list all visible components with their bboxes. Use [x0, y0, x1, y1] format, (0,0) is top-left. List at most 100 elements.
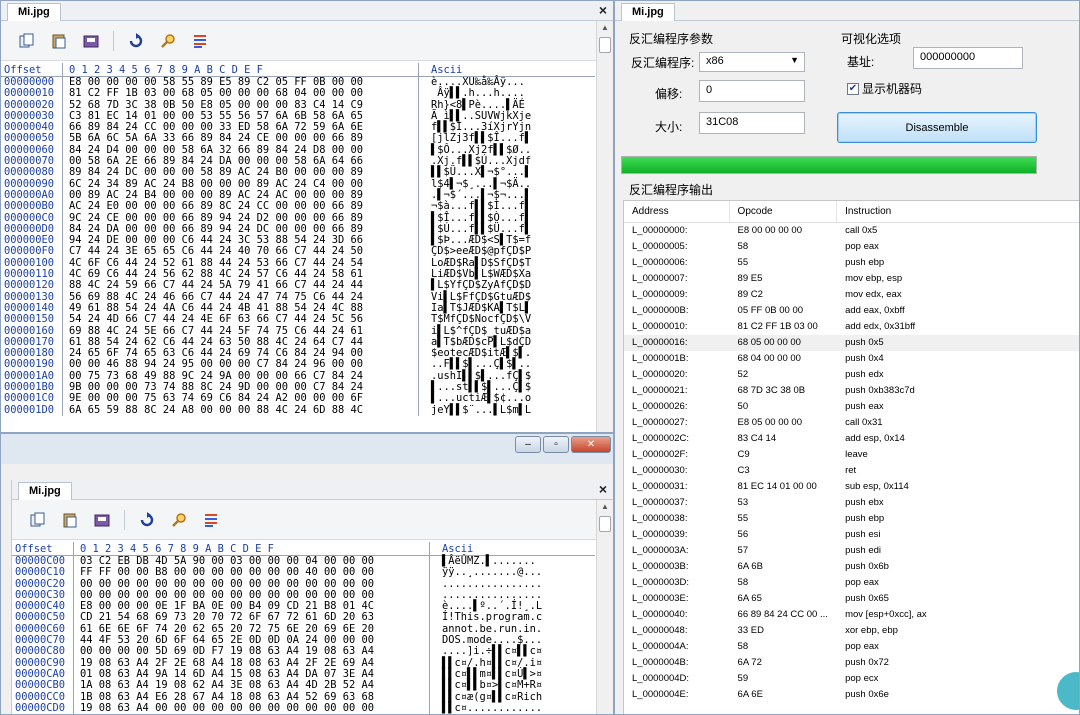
list-item[interactable]: L_00000000: E8 00 00 00 00 call 0x5	[624, 223, 1079, 239]
hex-row[interactable]: 00000C80 00 00 00 00 5D 69 0D F7 19 08 63…	[12, 646, 595, 658]
copy-icon[interactable]	[17, 31, 37, 51]
hex-row[interactable]: 00000120 88 4C 24 59 66 C7 44 24 5A 79 41…	[1, 280, 595, 292]
hex-row[interactable]: 000001D0 6A 65 59 88 8C 24 A8 00 00 00 88…	[1, 404, 595, 416]
hex-ascii[interactable]: ▌▌$Ü...X▌¬$°...▌	[419, 167, 531, 179]
paste-icon[interactable]	[60, 510, 80, 530]
list-item[interactable]: L_0000004A: 58 pop eax	[624, 639, 1079, 655]
list-item[interactable]: L_00000009: 89 C2 mov edx, eax	[624, 287, 1079, 303]
scroll-up-icon[interactable]: ▲	[597, 500, 613, 514]
hex-bytes[interactable]: 88 4C 24 59 66 C7 44 24 5A 79 41 66 C7 4…	[63, 280, 419, 292]
paste-icon[interactable]	[49, 31, 69, 51]
minimize-button[interactable]: –	[515, 436, 541, 453]
hex-ascii[interactable]: ÿÿ..¸.......@...	[430, 566, 542, 578]
save-icon[interactable]	[92, 510, 112, 530]
list-item[interactable]: L_00000026: 50 push eax	[624, 399, 1079, 415]
hex-offset[interactable]: 000001D0	[1, 404, 63, 416]
list-item[interactable]: L_0000001B: 68 04 00 00 00 push 0x4	[624, 351, 1079, 367]
hex-bytes[interactable]: FF FF 00 00 B8 00 00 00 00 00 00 00 40 0…	[74, 566, 430, 579]
hex-bytes[interactable]: 00 00 00 00 5D 69 0D F7 19 08 63 A4 19 0…	[74, 646, 430, 658]
base-address-input[interactable]: 000000000	[913, 47, 1023, 69]
close-tab-button[interactable]: ×	[599, 481, 607, 497]
tab-mi-jpg[interactable]: Mi.jpg	[621, 3, 675, 21]
disassembly-list[interactable]: Address Opcode Instruction L_00000000: E8…	[623, 200, 1079, 714]
show-machine-code-checkbox[interactable]: ✔ 显示机器码	[847, 80, 922, 97]
hex-row[interactable]: 000000B0 AC 24 E0 00 00 00 66 89 8C 24 CC…	[1, 200, 595, 213]
scroll-thumb[interactable]	[599, 37, 611, 53]
hex-row[interactable]: 00000C10 FF FF 00 00 B8 00 00 00 00 00 00…	[12, 566, 595, 579]
tab-mi-jpg[interactable]: Mi.jpg	[7, 3, 61, 21]
list-item[interactable]: L_0000003A: 57 push edi	[624, 543, 1079, 559]
hex-row[interactable]: 000001C0 9E 00 00 00 75 63 74 69 C6 84 24…	[1, 393, 595, 405]
list-item[interactable]: L_0000002F: C9 leave	[624, 447, 1079, 463]
hex-offset[interactable]: 000000B0	[1, 200, 63, 213]
disassemble-button[interactable]: Disassemble	[837, 112, 1037, 143]
refresh-icon[interactable]	[126, 31, 146, 51]
hex-rows[interactable]: 00000000 E8 00 00 00 00 58 55 89 E5 89 C2…	[1, 76, 595, 416]
hex-bytes[interactable]: 19 08 63 A4 00 00 00 00 00 00 00 00 00 0…	[74, 702, 430, 714]
hex-offset[interactable]: 00000080	[1, 167, 63, 179]
hex-row[interactable]: 00000080 89 84 24 DC 00 00 00 58 89 AC 24…	[1, 167, 595, 179]
list-item[interactable]: L_0000004B: 6A 72 push 0x72	[624, 655, 1079, 671]
hex-bytes[interactable]: 81 C2 FF 1B 03 00 68 05 00 00 00 68 04 0…	[63, 87, 419, 100]
save-icon[interactable]	[81, 31, 101, 51]
search-icon[interactable]	[169, 510, 189, 530]
hex-row[interactable]: 00000150 54 24 4D 66 C7 44 24 4E 6F 63 66…	[1, 313, 595, 326]
hex-row[interactable]: 00000010 81 C2 FF 1B 03 00 68 05 00 00 00…	[1, 87, 595, 100]
disassembly-rows[interactable]: L_00000000: E8 00 00 00 00 call 0x5 L_00000…	[624, 223, 1079, 703]
restore-button[interactable]: ▫	[543, 436, 569, 453]
list-item[interactable]: L_00000040: 66 89 84 24 CC 00 ... mov [esp…	[624, 607, 1079, 623]
column-opcode[interactable]: Opcode	[730, 201, 838, 222]
column-instruction[interactable]: Instruction	[837, 201, 1079, 222]
hex-offset[interactable]: 00000C80	[12, 646, 74, 658]
list-item[interactable]: L_00000006: 55 push ebp	[624, 255, 1079, 271]
hex-ascii[interactable]: ▌▌c¤............	[430, 702, 542, 714]
hex-bytes[interactable]: 9E 00 00 00 75 63 74 69 C6 84 24 A2 00 0…	[63, 393, 419, 405]
hex-offset[interactable]: 00000CB0	[12, 679, 74, 692]
hex-ascii[interactable]: ▌▌c¤▌▌b¤>▌c¤M+R¤	[430, 679, 542, 691]
list-item[interactable]: L_00000010: 81 C2 FF 1B 03 00 add edx, 0x3…	[624, 319, 1079, 335]
size-input[interactable]: 31C08	[699, 112, 805, 134]
search-icon[interactable]	[158, 31, 178, 51]
hex-offset[interactable]: 00000CD0	[12, 702, 74, 714]
hex-bytes[interactable]: 89 84 24 DC 00 00 00 58 89 AC 24 B0 00 0…	[63, 167, 419, 179]
copy-icon[interactable]	[28, 510, 48, 530]
hex-ascii[interactable]: ¬$à...f▌▌$Ì...f▌	[419, 200, 531, 212]
settings-icon[interactable]	[201, 510, 221, 530]
list-item[interactable]: L_00000027: E8 05 00 00 00 call 0x31	[624, 415, 1079, 431]
hex-bytes[interactable]: AC 24 E0 00 00 00 66 89 8C 24 CC 00 00 0…	[63, 200, 419, 213]
list-item[interactable]: L_0000004E: 6A 6E push 0x6e	[624, 687, 1079, 703]
column-address[interactable]: Address	[624, 201, 730, 222]
refresh-icon[interactable]	[137, 510, 157, 530]
tab-mi-jpg[interactable]: Mi.jpg	[18, 482, 72, 500]
list-item[interactable]: L_00000020: 52 push edx	[624, 367, 1079, 383]
list-item[interactable]: L_00000048: 33 ED xor ebp, ebp	[624, 623, 1079, 639]
hex-offset[interactable]: 00000C10	[12, 566, 74, 579]
list-item[interactable]: L_0000003D: 58 pop eax	[624, 575, 1079, 591]
hex-ascii[interactable]: jeY▌▌$¨...▌L$m▌L	[419, 404, 531, 416]
scroll-thumb[interactable]	[599, 516, 611, 532]
list-item[interactable]: L_00000031: 81 EC 14 01 00 00 sub esp, 0x1…	[624, 479, 1079, 495]
list-item[interactable]: L_00000037: 53 push ebx	[624, 495, 1079, 511]
list-item[interactable]: L_00000016: 68 05 00 00 00 push 0x5	[624, 335, 1079, 351]
list-item[interactable]: L_0000000B: 05 FF 0B 00 00 add eax, 0xbff	[624, 303, 1079, 319]
hex-rows[interactable]: 00000C00 03 C2 EB DB 4D 5A 90 00 03 00 00…	[12, 555, 595, 714]
list-item[interactable]: L_00000039: 56 push esi	[624, 527, 1079, 543]
list-item[interactable]: L_0000003B: 6A 6B push 0x6b	[624, 559, 1079, 575]
disassembler-select[interactable]: x86 ▼	[699, 52, 805, 72]
hex-ascii[interactable]: Âÿ▌▌.h...h....	[419, 87, 525, 99]
hex-offset[interactable]: 000001C0	[1, 393, 63, 405]
list-item[interactable]: L_0000002C: 83 C4 14 add esp, 0x14	[624, 431, 1079, 447]
hex-bytes[interactable]: 54 24 4D 66 C7 44 24 4E 6F 63 66 C7 44 2…	[63, 313, 419, 326]
hex-offset[interactable]: 00000010	[1, 87, 63, 100]
list-item[interactable]: L_00000038: 55 push ebp	[624, 511, 1079, 527]
hex-bytes[interactable]: 6A 65 59 88 8C 24 A8 00 00 00 88 4C 24 6…	[63, 404, 419, 416]
list-item[interactable]: L_00000021: 68 7D 3C 38 0B push 0xb383c7d	[624, 383, 1079, 399]
hex-ascii[interactable]: ▌...uctiÆ▌$¢...o	[419, 393, 531, 405]
scroll-up-icon[interactable]: ▲	[597, 21, 613, 35]
vertical-scrollbar[interactable]: ▲	[596, 500, 613, 714]
close-window-button[interactable]: ✕	[571, 436, 611, 453]
list-item[interactable]: L_00000007: 89 E5 mov ebp, esp	[624, 271, 1079, 287]
hex-bytes[interactable]: 1A 08 63 A4 19 08 62 A4 3E 08 63 A4 4D 2…	[74, 679, 430, 692]
list-item[interactable]: L_00000030: C3 ret	[624, 463, 1079, 479]
hex-ascii[interactable]: ▌L$YfÇD$ZyAfÇD$D	[419, 280, 531, 292]
